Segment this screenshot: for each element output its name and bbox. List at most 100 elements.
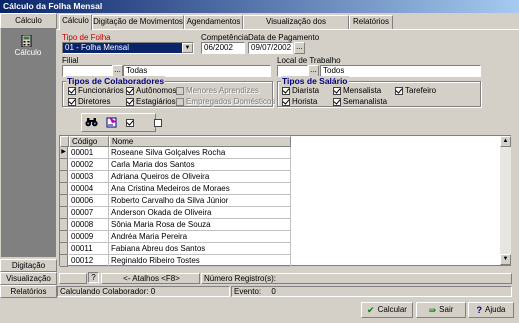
row-indicator	[60, 255, 68, 267]
title-bar: Cálculo da Folha Mensal	[0, 0, 519, 13]
data-pagamento-label: Data de Pagamento	[248, 33, 320, 42]
checkbox-funcionarios[interactable]: Funcionários	[68, 86, 124, 95]
grid-corner	[60, 136, 69, 147]
evento-value: 0	[271, 287, 276, 296]
row-indicator	[60, 243, 68, 255]
cell-codigo[interactable]: 00012	[69, 255, 109, 267]
row-indicator	[60, 183, 68, 195]
cell-nome[interactable]: Fabiana Abreu dos Santos	[109, 243, 291, 255]
table-row[interactable]: 00011 Fabiana Abreu dos Santos	[60, 243, 291, 255]
ajuda-button[interactable]: ? Ajuda	[468, 302, 514, 318]
filter-icon[interactable]	[106, 116, 118, 128]
filial-label: Filial	[62, 56, 79, 65]
sidebar-item-digitacao[interactable]: Digitação	[0, 259, 57, 272]
checkbox-mensalista[interactable]: Mensalista	[333, 86, 381, 95]
checkbox-tarefeiro[interactable]: Tarefeiro	[395, 86, 436, 95]
checkbox-autonomos[interactable]: Autônomos	[126, 86, 176, 95]
cell-codigo[interactable]: 00009	[69, 231, 109, 243]
tab-calculo[interactable]: Cálculo	[59, 14, 92, 30]
cell-codigo[interactable]: 00007	[69, 207, 109, 219]
checkbox-diarista[interactable]: Diarista	[282, 86, 319, 95]
table-row[interactable]: 00008 Sônia Maria Rosa de Souza	[60, 219, 291, 231]
tab-relatorios[interactable]: Relatórios	[349, 15, 393, 29]
row-indicator	[60, 231, 68, 243]
row-indicator	[60, 207, 68, 219]
sidebar-item-relatorios[interactable]: Relatórios	[0, 285, 57, 298]
check-all-icon[interactable]	[126, 118, 134, 127]
help-icon: ?	[476, 305, 483, 315]
checkbox-diretores[interactable]: Diretores	[68, 97, 110, 106]
sair-button[interactable]: ⇛ Sair	[416, 302, 466, 318]
vertical-scrollbar[interactable]: ▲ ▼	[500, 136, 511, 265]
checkbox-horista[interactable]: Horista	[282, 97, 317, 106]
calculando-value: 0	[150, 287, 156, 296]
calculator-icon[interactable]	[21, 35, 32, 47]
calculando-colaborador-status: Calculando Colaborador: 0	[57, 286, 230, 297]
checkmark-icon: ✔	[367, 305, 375, 315]
table-row[interactable]: 00007 Anderson Okada de Oliveira	[60, 207, 291, 219]
current-row-indicator-icon: ▶	[60, 147, 68, 159]
table-row[interactable]: 00002 Carla Maria dos Santos	[60, 159, 291, 171]
cell-codigo[interactable]: 00006	[69, 195, 109, 207]
cell-nome[interactable]: Carla Maria dos Santos	[109, 159, 291, 171]
cell-nome[interactable]: Roseane Silva Golçalves Rocha	[109, 147, 291, 159]
checkbox-estagiarios[interactable]: Estagiários	[126, 97, 176, 106]
cell-nome[interactable]: Roberto Carvalho da Silva Júnior	[109, 195, 291, 207]
help-cell	[59, 273, 87, 284]
sidebar-item-visualizacao[interactable]: Visualização	[0, 272, 57, 285]
uncheck-all-icon[interactable]	[154, 118, 163, 127]
cell-codigo[interactable]: 00004	[69, 183, 109, 195]
tab-visualizacao-movimentos[interactable]: Visualização dos Movimentos	[243, 15, 349, 38]
row-indicator	[60, 159, 68, 171]
cell-nome[interactable]: Ana Cristina Medeiros de Moraes	[109, 183, 291, 195]
cell-nome[interactable]: Andréa Maria Pereira	[109, 231, 291, 243]
table-row[interactable]: ▶ 00001 Roseane Silva Golçalves Rocha	[60, 147, 291, 159]
data-pagamento-field[interactable]: 09/07/2002	[248, 42, 293, 54]
table-row[interactable]: 00004 Ana Cristina Medeiros de Moraes	[60, 183, 291, 195]
cell-codigo[interactable]: 00002	[69, 159, 109, 171]
cell-codigo[interactable]: 00008	[69, 219, 109, 231]
calcular-button[interactable]: ✔ Calcular	[361, 302, 413, 318]
cell-codigo[interactable]: 00011	[69, 243, 109, 255]
atalhos-label[interactable]: <- Atalhos <F8>	[101, 273, 200, 284]
scroll-up-icon[interactable]: ▲	[500, 136, 511, 147]
date-picker-button[interactable]: ...	[294, 42, 305, 54]
checkbox-menores-aprendizes[interactable]: Menores Aprendizes	[176, 86, 259, 95]
cell-nome[interactable]: Sônia Maria Rosa de Souza	[109, 219, 291, 231]
chevron-down-icon[interactable]: ▼	[182, 43, 193, 53]
checkbox-empregados-domesticos[interactable]: Empregados Domésticos	[176, 97, 275, 106]
tab-digitacao-movimentos[interactable]: Digitação de Movimentos	[92, 15, 184, 29]
evento-status: Evento: 0	[231, 286, 512, 297]
checkbox-semanalista[interactable]: Semanalista	[333, 97, 387, 106]
cell-codigo[interactable]: 00001	[69, 147, 109, 159]
sidebar-panel	[1, 29, 56, 257]
row-indicator	[60, 219, 68, 231]
tab-agendamentos[interactable]: Agendamentos	[184, 15, 243, 29]
tipo-folha-select[interactable]: 01 - Folha Mensal	[62, 42, 194, 54]
help-button[interactable]: ?	[88, 272, 99, 283]
cell-nome[interactable]: Anderson Okada de Oliveira	[109, 207, 291, 219]
exit-door-icon: ⇛	[428, 305, 437, 315]
colaboradores-grid[interactable]: Código Nome ▶ 00001 Roseane Silva Golçalve…	[59, 135, 511, 267]
cell-codigo[interactable]: 00003	[69, 171, 109, 183]
tipo-folha-label: Tipo de Folha	[62, 33, 111, 42]
table-row[interactable]: 00006 Roberto Carvalho da Silva Júnior	[60, 195, 291, 207]
column-header-codigo[interactable]: Código	[69, 136, 109, 147]
cell-nome[interactable]: Adriana Queiros de Oliveira	[109, 171, 291, 183]
tipos-salario-title: Tipos de Salário	[281, 76, 349, 86]
binoculars-icon[interactable]	[85, 117, 98, 127]
sidebar-header[interactable]: Cálculo	[0, 13, 57, 29]
window-title: Cálculo da Folha Mensal	[3, 1, 103, 11]
competencia-field[interactable]: 06/2002	[201, 42, 245, 54]
scroll-down-icon[interactable]: ▼	[500, 254, 511, 265]
table-row[interactable]: 00009 Andréa Maria Pereira	[60, 231, 291, 243]
sidebar-item-calculo-label[interactable]: Cálculo	[0, 48, 56, 57]
row-indicator	[60, 171, 68, 183]
column-header-nome[interactable]: Nome	[109, 136, 291, 147]
tipos-colaboradores-title: Tipos de Colaboradores	[66, 76, 166, 86]
table-row[interactable]: 00003 Adriana Queiros de Oliveira	[60, 171, 291, 183]
local-trabalho-label: Local de Trabalho	[277, 56, 341, 65]
cell-nome[interactable]: Reginaldo Ribeiro Tostes	[109, 255, 291, 267]
competencia-label: Competência	[201, 33, 249, 42]
table-row[interactable]: 00012 Reginaldo Ribeiro Tostes	[60, 255, 291, 267]
